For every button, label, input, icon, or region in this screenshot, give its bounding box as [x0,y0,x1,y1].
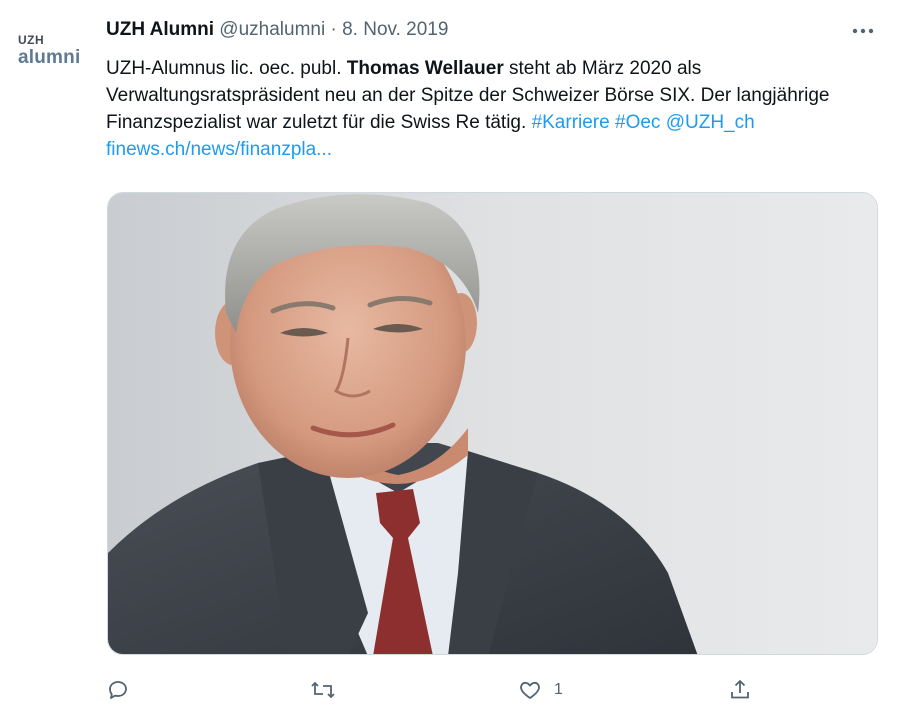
separator: · [330,19,337,40]
avatar-text-uzh: UZH [18,33,45,47]
tweet-bold-name: Thomas Wellauer [346,58,504,79]
hashtag-karriere[interactable]: #Karriere [532,112,610,133]
tweet-date[interactable]: 8. Nov. 2019 [342,19,448,40]
reply-button[interactable] [106,672,130,708]
retweet-button[interactable] [310,672,336,708]
avatar-text-alumni: alumni [18,47,81,68]
portrait-image [108,193,877,654]
avatar[interactable]: UZH alumni [18,34,88,67]
like-count: 1 [554,681,563,698]
tweet-actions: 1 [100,672,780,712]
more-options-button[interactable] [848,16,878,46]
hashtag-oec[interactable]: #Oec [615,112,660,133]
retweet-icon [311,681,335,699]
mention-uzh[interactable]: @UZH_ch [666,112,755,133]
display-name[interactable]: UZH Alumni [106,19,214,40]
like-button[interactable]: 1 [518,672,563,708]
reply-icon [109,681,127,699]
tweet-photo[interactable] [107,192,878,655]
share-button[interactable] [728,672,752,708]
handle[interactable]: @uzhalumni [219,19,325,40]
tweet-text-part-1: UZH-Alumnus lic. oec. publ. [106,58,347,79]
share-icon [731,680,749,699]
tweet-text: UZH-Alumnus lic. oec. publ. Thomas Wella… [106,55,876,163]
more-icon [852,28,874,34]
tweet-link[interactable]: finews.ch/news/finanzpla... [106,139,332,160]
tweet-header: UZH Alumni @uzhalumni · 8. Nov. 2019 [106,18,840,42]
heart-icon [520,681,540,699]
